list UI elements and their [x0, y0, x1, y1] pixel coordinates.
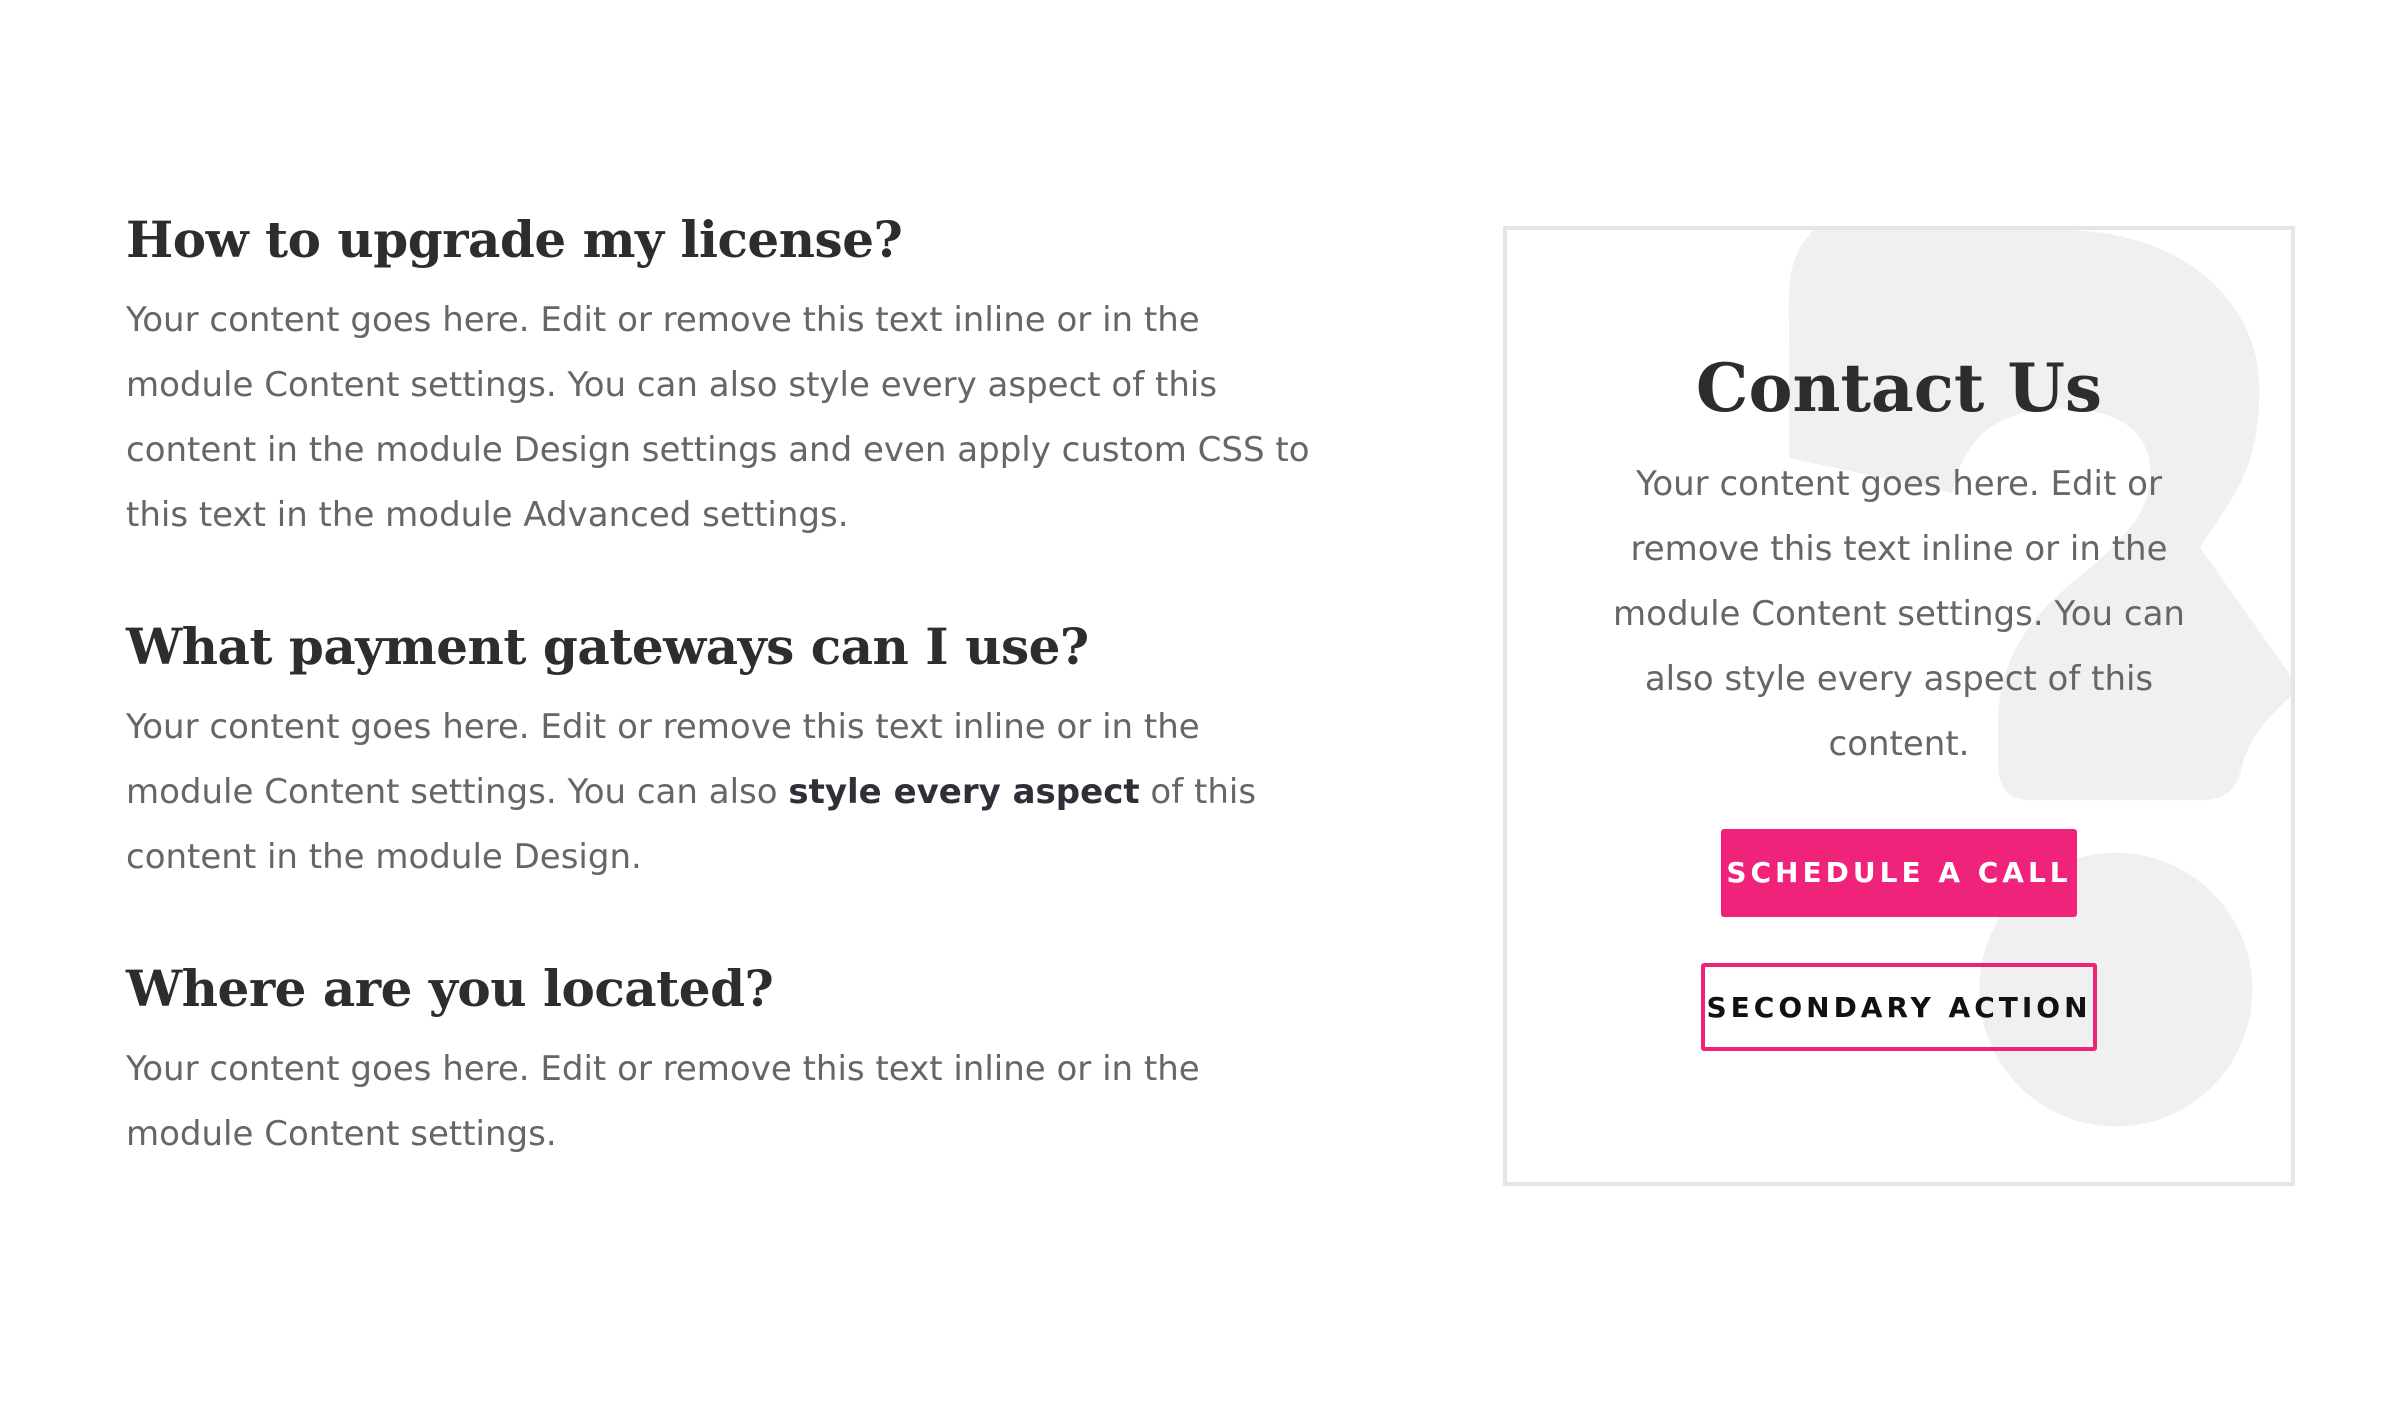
faq-answer-bold: style every aspect: [788, 772, 1140, 812]
faq-item: How to upgrade my license? Your content …: [126, 210, 1326, 548]
faq-answer: Your content goes here. Edit or remove t…: [126, 300, 1310, 535]
contact-text: Your content goes here. Edit or remove t…: [1613, 464, 2185, 764]
contact-title: Contact Us: [1695, 349, 2103, 427]
faq-question: Where are you located?: [126, 959, 774, 1018]
faq-item: What payment gateways can I use? Your co…: [126, 617, 1326, 890]
faq-item: Where are you located? Your content goes…: [126, 959, 1326, 1167]
faq-question: What payment gateways can I use?: [126, 617, 1089, 676]
secondary-action-button[interactable]: Secondary Action: [1701, 963, 2097, 1051]
faq-answer: Your content goes here. Edit or remove t…: [126, 695, 1326, 890]
schedule-call-button[interactable]: Schedule a Call: [1721, 829, 2077, 917]
faq-question: How to upgrade my license?: [126, 210, 903, 269]
contact-card: Contact Us Your content goes here. Edit …: [1503, 226, 2295, 1186]
faq-answer: Your content goes here. Edit or remove t…: [126, 1049, 1200, 1154]
